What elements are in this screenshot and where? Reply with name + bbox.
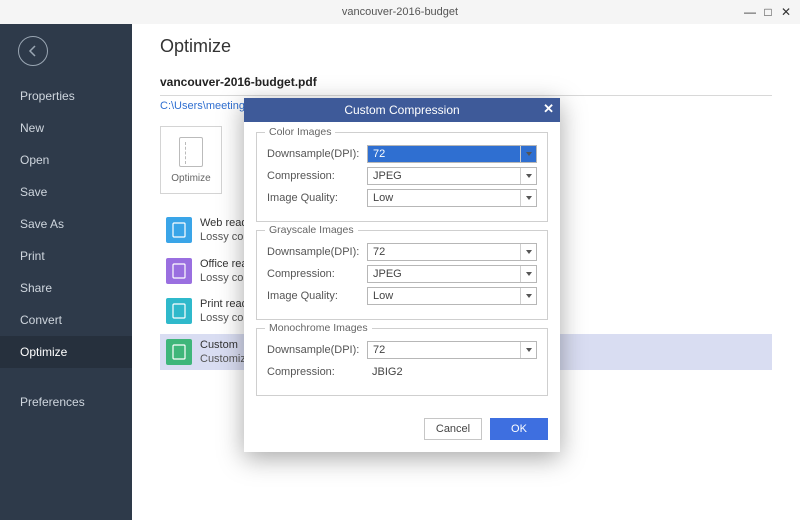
color-downsample-select[interactable]: 72 — [367, 145, 537, 163]
label-compression: Compression: — [267, 170, 367, 182]
group-monochrome-images: Monochrome Images Downsample(DPI): 72 Co… — [256, 328, 548, 396]
chevron-down-icon — [520, 342, 536, 358]
chevron-down-icon — [520, 266, 536, 282]
dialog-header: Custom Compression ✕ — [244, 98, 560, 122]
color-quality-select[interactable]: Low — [367, 189, 537, 207]
custom-compression-dialog: Custom Compression ✕ Color Images Downsa… — [244, 98, 560, 452]
mono-compression-value: JBIG2 — [367, 363, 537, 381]
color-compression-select[interactable]: JPEG — [367, 167, 537, 185]
gray-downsample-select[interactable]: 72 — [367, 243, 537, 261]
group-legend: Color Images — [265, 126, 335, 138]
label-downsample: Downsample(DPI): — [267, 344, 367, 356]
chevron-down-icon — [520, 190, 536, 206]
gray-quality-select[interactable]: Low — [367, 287, 537, 305]
label-quality: Image Quality: — [267, 192, 367, 204]
group-grayscale-images: Grayscale Images Downsample(DPI): 72 Com… — [256, 230, 548, 320]
cancel-button[interactable]: Cancel — [424, 418, 482, 440]
ok-button[interactable]: OK — [490, 418, 548, 440]
label-compression: Compression: — [267, 366, 367, 378]
label-quality: Image Quality: — [267, 290, 367, 302]
modal-overlay: Custom Compression ✕ Color Images Downsa… — [0, 0, 800, 520]
group-legend: Monochrome Images — [265, 322, 372, 334]
chevron-down-icon — [520, 146, 536, 162]
group-color-images: Color Images Downsample(DPI): 72 Compres… — [256, 132, 548, 222]
label-downsample: Downsample(DPI): — [267, 148, 367, 160]
group-legend: Grayscale Images — [265, 224, 358, 236]
chevron-down-icon — [520, 288, 536, 304]
mono-downsample-select[interactable]: 72 — [367, 341, 537, 359]
gray-compression-select[interactable]: JPEG — [367, 265, 537, 283]
label-compression: Compression: — [267, 268, 367, 280]
dialog-close-button[interactable]: ✕ — [543, 101, 554, 117]
chevron-down-icon — [520, 168, 536, 184]
chevron-down-icon — [520, 244, 536, 260]
dialog-title: Custom Compression — [344, 103, 459, 117]
label-downsample: Downsample(DPI): — [267, 246, 367, 258]
